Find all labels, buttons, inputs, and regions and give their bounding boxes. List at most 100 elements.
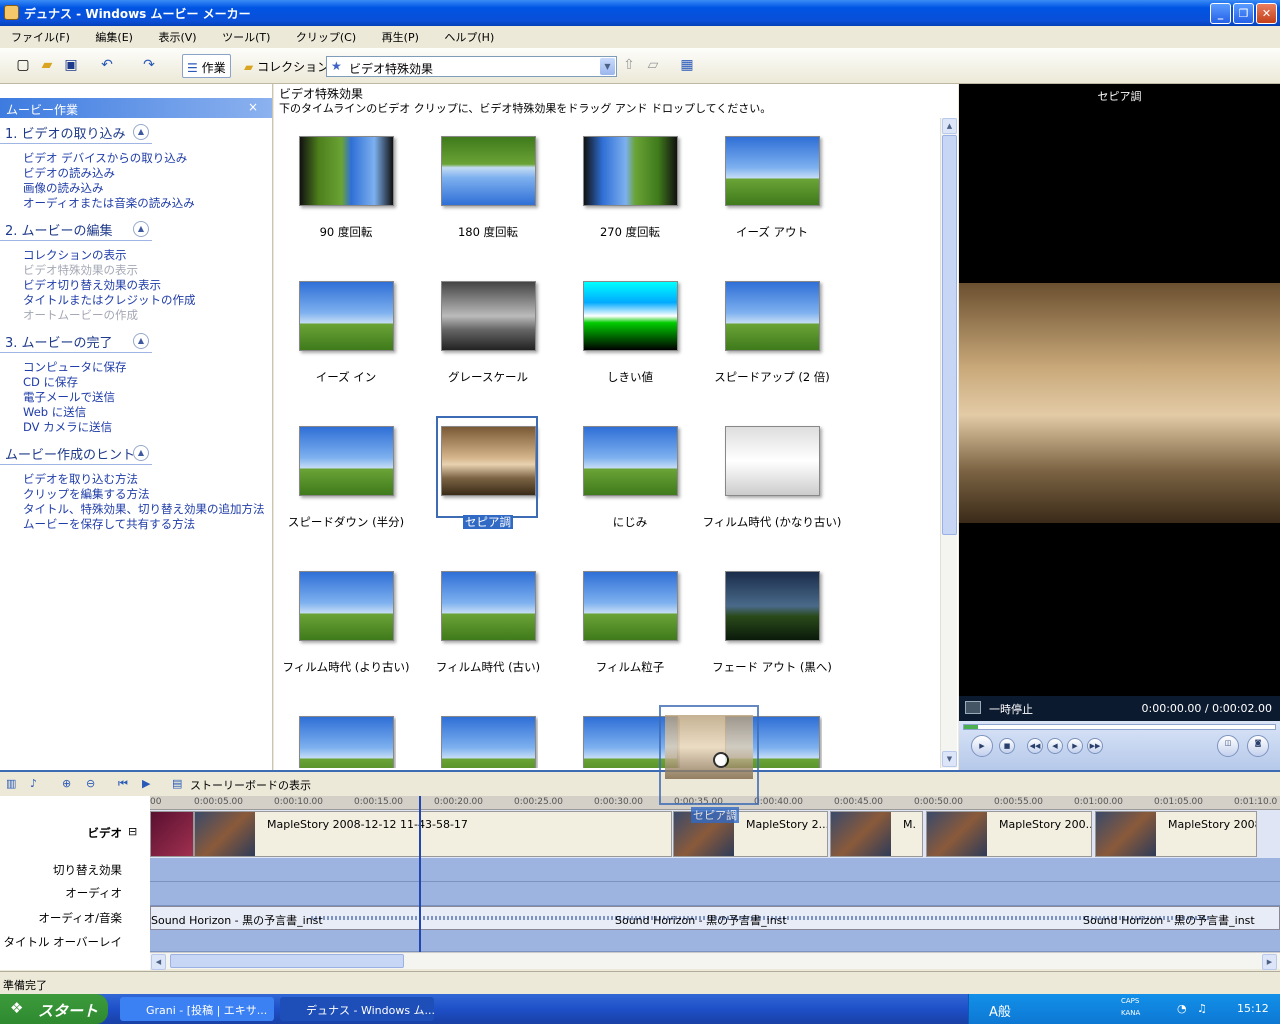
effect-thumbnail[interactable] [299, 571, 394, 641]
taskbar-item-moviemaker[interactable]: デュナス - Windows ム... [280, 997, 434, 1021]
effect-thumbnail[interactable] [583, 571, 678, 641]
effect-thumbnail[interactable] [441, 281, 536, 351]
audio-clip[interactable]: Sound Horizon - 黒の予言書_inst [615, 912, 787, 928]
narrate-icon[interactable]: ♪ [30, 777, 37, 790]
task-link[interactable]: DV カメラに送信 [23, 419, 112, 435]
up-level-icon[interactable]: ⇧ [620, 56, 638, 74]
audio-track[interactable] [150, 882, 1280, 906]
effect-thumbnail[interactable] [725, 136, 820, 206]
effect-item[interactable]: フィルム時代 (より古い) [283, 563, 409, 674]
task-link[interactable]: ムービーを保存して共有する方法 [23, 516, 195, 532]
task-link[interactable]: オーディオまたは音楽の読み込み [23, 195, 195, 211]
new-folder-icon[interactable]: ▱ [644, 56, 662, 74]
task-link[interactable]: ビデオを取り込む方法 [23, 471, 138, 487]
effect-thumbnail[interactable] [441, 571, 536, 641]
stop-icon[interactable]: ■ [999, 738, 1015, 754]
effect-item[interactable]: フィルム時代 (古い) [436, 563, 540, 674]
timeline-options-icon[interactable]: ▥ [6, 777, 16, 790]
collapse-section-icon[interactable]: ▲ [133, 445, 149, 461]
task-link[interactable]: コレクションの表示 [23, 247, 127, 263]
task-pane-button[interactable]: ☰ 作業 [182, 54, 231, 78]
effects-scrollbar[interactable]: ▲ ▼ [940, 118, 957, 768]
effect-thumbnail[interactable] [441, 136, 536, 206]
menu-play[interactable]: 再生(P) [379, 29, 422, 45]
close-button[interactable]: ✕ [1256, 3, 1277, 24]
collapse-section-icon[interactable]: ▲ [133, 124, 149, 140]
effect-item[interactable]: セピア調 [436, 416, 538, 529]
task-link[interactable]: ビデオ切り替え効果の表示 [23, 277, 161, 293]
scroll-up-icon[interactable]: ▲ [942, 118, 957, 134]
task-link[interactable]: 電子メールで送信 [23, 389, 115, 405]
zoom-in-icon[interactable]: ⊕ [62, 777, 71, 790]
rewind-icon[interactable]: ◀ [1047, 738, 1063, 754]
scroll-thumb[interactable] [942, 135, 957, 535]
collapse-icon[interactable]: ⊟ [128, 825, 137, 838]
menu-help[interactable]: ヘルプ(H) [441, 29, 497, 45]
views-icon[interactable]: ▦ [678, 56, 696, 74]
ime-indicator[interactable]: A般 [989, 1001, 1011, 1020]
effect-thumbnail[interactable] [299, 716, 394, 768]
task-pane-close-icon[interactable]: × [248, 100, 258, 114]
play-icon[interactable]: ▶ [971, 735, 993, 757]
start-button[interactable]: ❖ スタート [0, 994, 108, 1024]
task-link[interactable]: タイトルまたはクレジットの作成 [23, 292, 196, 308]
scroll-left-icon[interactable]: ◀ [151, 954, 166, 970]
effect-thumbnail[interactable] [583, 136, 678, 206]
task-section-title[interactable]: 1. ビデオの取り込み [5, 123, 126, 142]
snapshot-icon[interactable]: ◙ [1247, 735, 1269, 757]
task-link[interactable]: オートムービーの作成 [23, 307, 138, 323]
effect-item[interactable] [296, 708, 396, 768]
effect-item[interactable]: グレースケール [438, 273, 538, 384]
open-project-icon[interactable]: ▰ [38, 56, 56, 74]
effect-item[interactable]: スピードアップ (2 倍) [714, 273, 830, 384]
redo-icon[interactable]: ↷ [140, 56, 158, 74]
timeline-scrollbar[interactable]: ◀ ▶ [150, 952, 1280, 970]
transition-track[interactable] [150, 858, 1280, 882]
collapse-section-icon[interactable]: ▲ [133, 333, 149, 349]
effect-item[interactable]: しきい値 [580, 273, 680, 384]
rewind-timeline-icon[interactable]: ⏮ [118, 777, 128, 791]
effect-thumbnail[interactable] [583, 426, 678, 496]
video-clip[interactable] [150, 811, 194, 857]
storyboard-toggle[interactable]: ストーリーボードの表示 [190, 777, 311, 793]
task-link[interactable]: コンピュータに保存 [23, 359, 127, 375]
task-link[interactable]: 画像の読み込み [23, 180, 104, 196]
menu-edit[interactable]: 編集(E) [92, 29, 136, 45]
effect-thumbnail[interactable] [441, 716, 536, 768]
menu-view[interactable]: 表示(V) [155, 29, 199, 45]
menu-tools[interactable]: ツール(T) [219, 29, 273, 45]
collection-select[interactable]: ★ ビデオ特殊効果 ▼ [326, 56, 617, 77]
seek-thumb[interactable] [964, 725, 978, 729]
collections-button[interactable]: ▰ コレクション [240, 54, 333, 78]
audio-clip[interactable]: Sound Horizon - 黒の予言書_inst [151, 912, 323, 928]
task-link[interactable]: タイトル、特殊効果、切り替え効果の追加方法 [23, 501, 265, 517]
task-section-title[interactable]: ムービー作成のヒント [5, 444, 135, 463]
seek-bar[interactable] [963, 724, 1276, 730]
split-clip-icon[interactable]: ◫ [1217, 735, 1239, 757]
undo-icon[interactable]: ↶ [98, 56, 116, 74]
video-clip[interactable]: MapleStory 200... [926, 811, 1092, 857]
maximize-button[interactable]: ❐ [1233, 3, 1254, 24]
menu-file[interactable]: ファイル(F) [8, 29, 73, 45]
effect-thumbnail[interactable] [299, 281, 394, 351]
effect-thumbnail[interactable] [725, 426, 820, 496]
fullscreen-icon[interactable] [965, 701, 981, 714]
effect-item[interactable]: スピードダウン (半分) [288, 418, 404, 529]
volume-icon[interactable]: ♫ [1197, 1002, 1207, 1015]
effect-thumbnail[interactable] [583, 281, 678, 351]
effect-thumbnail[interactable] [725, 281, 820, 351]
task-link[interactable]: CD に保存 [23, 374, 78, 390]
playhead[interactable] [419, 796, 421, 952]
network-icon[interactable]: ◔ [1177, 1002, 1187, 1015]
effect-item[interactable]: フィルム粒子 [580, 563, 680, 674]
effect-item[interactable]: 270 度回転 [580, 128, 680, 239]
effect-thumbnail[interactable] [725, 571, 820, 641]
effect-thumbnail[interactable] [299, 136, 394, 206]
effect-item[interactable]: フェード アウト (黒へ) [712, 563, 832, 674]
next-frame-icon[interactable]: ▶▶ [1087, 738, 1103, 754]
title-overlay-track[interactable] [150, 930, 1280, 952]
task-link[interactable]: Web に送信 [23, 404, 86, 420]
effect-item[interactable]: イーズ アウト [722, 128, 822, 239]
task-section-title[interactable]: 3. ムービーの完了 [5, 332, 113, 351]
effect-item[interactable]: フィルム時代 (かなり古い) [703, 418, 841, 529]
